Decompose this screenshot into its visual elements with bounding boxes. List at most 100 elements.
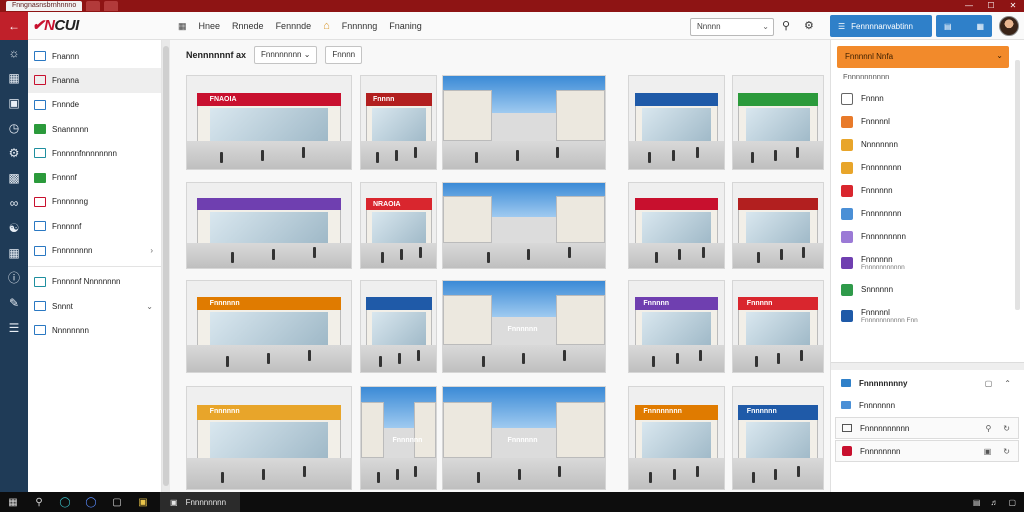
panel-item[interactable]: Fnnnn	[835, 87, 1013, 110]
taskbar-app[interactable]: ▣ Fnnnnnnnn	[160, 492, 240, 512]
people-icon[interactable]: ☯	[0, 215, 28, 240]
back-arrow-icon[interactable]: ←	[0, 12, 28, 40]
browser-tab-1[interactable]: Fnngnasnsbrnhnnno	[6, 1, 83, 11]
notifications-icon[interactable]: ▢	[1008, 498, 1016, 507]
gallery-tile[interactable]: Fnnnnnn	[442, 386, 606, 490]
user-avatar[interactable]	[999, 16, 1019, 36]
chevron-up-icon[interactable]: ⌃	[1004, 379, 1011, 388]
filter-button[interactable]: Fnnnn	[325, 46, 363, 64]
panel-item[interactable]: Snnnnnn	[835, 278, 1013, 301]
network-icon[interactable]: ▤	[973, 498, 981, 507]
panel-item[interactable]: Fnnnnnn	[835, 179, 1013, 202]
gallery-tile[interactable]	[186, 182, 352, 269]
gallery-tile[interactable]	[360, 280, 437, 373]
gear-icon[interactable]: ⚙	[0, 140, 28, 165]
browser-icon[interactable]: ◯	[52, 492, 78, 512]
primary-action-button[interactable]: ☰ Fennnnanvabtinn	[830, 15, 932, 37]
gallery-tile[interactable]: Fnnnnnn	[732, 386, 824, 490]
list-icon[interactable]: ☰	[0, 315, 28, 340]
close-window-button[interactable]: ✕	[1002, 0, 1024, 12]
explorer-icon[interactable]: ▣	[130, 492, 156, 512]
panel-item[interactable]: Fnnnnnnnn	[835, 156, 1013, 179]
sidebar-item-3[interactable]: Fnnnde	[28, 93, 161, 117]
sidebar-item-2[interactable]: Fnanna	[28, 68, 161, 93]
sidebar-item-10[interactable]: Fnnnnnf Nnnnnnnn	[28, 270, 161, 294]
browser-tab-2[interactable]	[86, 1, 101, 11]
sidebar-item-1[interactable]: Fnannn	[28, 44, 161, 68]
gallery-tile[interactable]	[732, 75, 824, 170]
maximize-button[interactable]: ☐	[980, 0, 1002, 12]
sidebar-item-5[interactable]: Fnnnnnfnnnnnnnn	[28, 141, 161, 165]
nav-item-5[interactable]: Fnaning	[389, 21, 422, 31]
sidebar-scrollbar[interactable]	[162, 40, 170, 492]
copy-icon[interactable]: ▢	[985, 379, 993, 388]
apps-icon[interactable]: ▦	[0, 65, 28, 90]
gallery-tile[interactable]: Fnnnnnn	[186, 280, 352, 373]
gallery-tile[interactable]	[628, 75, 725, 170]
panel-scrollbar[interactable]	[1015, 60, 1020, 310]
nav-item-2[interactable]: Rnnede	[232, 21, 264, 31]
footer-header[interactable]: Fnnnnnnnny ▢ ⌃	[835, 372, 1019, 394]
search-select[interactable]: Nnnnn ⌄	[690, 18, 774, 36]
chart-icon[interactable]: ▩	[0, 165, 28, 190]
gallery-tile[interactable]	[442, 182, 606, 269]
panel-item[interactable]: Fnnnnnnnnn	[835, 225, 1013, 248]
filter-select[interactable]: Fnnnnnnnn ⌄	[254, 46, 318, 64]
panel-item[interactable]: Nnnnnnnn	[835, 133, 1013, 156]
nav-item-1[interactable]: Hnee	[199, 21, 221, 31]
refresh-icon[interactable]: ↻	[1003, 447, 1010, 456]
assistant-icon[interactable]: ◯	[78, 492, 104, 512]
sidebar-item-8[interactable]: Fnnnnnf	[28, 214, 161, 238]
sidebar-item-6[interactable]: Fnnnnf	[28, 165, 161, 189]
panel-item[interactable]: Fnnnnnl	[835, 110, 1013, 133]
panel-item[interactable]: Fnnnnnl Fnnnnnnnnnnn Fnn	[835, 301, 1013, 331]
browser-tab-3[interactable]	[104, 1, 119, 11]
search-icon[interactable]: ⚲	[782, 19, 790, 32]
volume-icon[interactable]: ♬	[990, 498, 998, 507]
image-icon[interactable]: ▣	[984, 447, 992, 456]
footer-row-1[interactable]: Fnnnnnnn	[835, 394, 1019, 416]
sidebar-item-4[interactable]: Snannnnn	[28, 117, 161, 141]
gallery-tile[interactable]: Fnnnnn	[628, 280, 725, 373]
secondary-action-button[interactable]: ▤ ▦	[936, 15, 992, 37]
gallery-tile[interactable]: Fnnnnnn	[186, 386, 352, 490]
app-grid-icon[interactable]: ▦	[178, 21, 187, 32]
panel-dropdown[interactable]: Fnnnnnl Nnfa ⌄	[837, 46, 1009, 68]
sidebar-item-11[interactable]: Snnnt ⌄	[28, 294, 161, 318]
gallery-tile[interactable]: Fnnnnnn	[360, 386, 437, 490]
gallery-tile[interactable]: Fnnnn	[360, 75, 437, 170]
sidebar-item-7[interactable]: Fnnnnnng	[28, 190, 161, 214]
search-icon[interactable]: ⚲	[26, 492, 52, 512]
start-icon[interactable]: ▦	[0, 492, 26, 512]
nav-item-3[interactable]: Fennnde	[276, 21, 312, 31]
globe-icon[interactable]: ☼	[0, 40, 28, 65]
grid-icon[interactable]: ▦	[0, 240, 28, 265]
sidebar-item-9[interactable]: Fnnnnnnnn ›	[28, 238, 161, 262]
minimize-button[interactable]: —	[958, 0, 980, 12]
link-icon[interactable]: ∞	[0, 190, 28, 215]
gallery-tile[interactable]	[628, 182, 725, 269]
clock-icon[interactable]: ◷	[0, 115, 28, 140]
gallery-tile[interactable]: Fnnnnnn	[442, 280, 606, 373]
scrollbar-thumb[interactable]	[163, 46, 169, 486]
info-icon[interactable]: ⓘ	[0, 265, 28, 290]
panel-item[interactable]: Fnnnnnn Fnnnnnnnnnnn	[835, 248, 1013, 278]
gallery-tile[interactable]	[732, 182, 824, 269]
refresh-icon[interactable]: ↻	[1003, 424, 1010, 433]
brand-logo[interactable]: ✔NCUI	[32, 16, 79, 34]
nav-item-4[interactable]: Fnnnnng	[342, 21, 378, 31]
gallery-tile[interactable]: Fnnnnn	[732, 280, 824, 373]
settings-icon[interactable]: ⚙	[804, 19, 814, 32]
panel-item[interactable]: Fnnnnnnnn	[835, 202, 1013, 225]
footer-row-3[interactable]: Fnnnnnnnn ▣ ↻	[835, 440, 1019, 462]
sidebar-item-12[interactable]: Nnnnnnnn	[28, 318, 161, 342]
task-view-icon[interactable]: ▢	[104, 492, 130, 512]
pen-icon[interactable]: ✎	[0, 290, 28, 315]
gallery-tile[interactable]	[442, 75, 606, 170]
gallery-tile[interactable]: Fnnnnnnnn	[628, 386, 725, 490]
search-icon[interactable]: ⚲	[985, 424, 991, 433]
footer-row-2[interactable]: Fnnnnnnnnnn ⚲ ↻	[835, 417, 1019, 439]
gallery-tile[interactable]: FNAOIA	[186, 75, 352, 170]
home-icon[interactable]: ⌂	[323, 20, 330, 32]
gallery-tile[interactable]: NRAOIA	[360, 182, 437, 269]
